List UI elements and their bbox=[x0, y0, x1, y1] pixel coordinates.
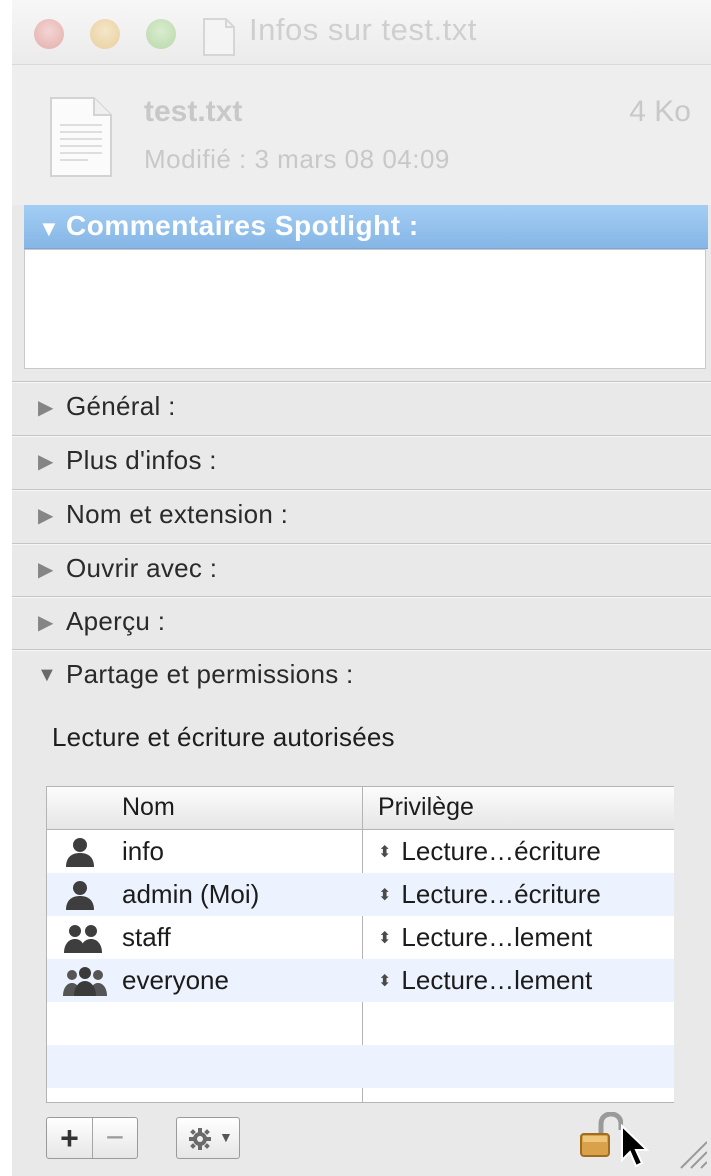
gear-icon bbox=[187, 1127, 213, 1156]
section-general[interactable]: ▶ Général : bbox=[12, 381, 711, 435]
section-preview[interactable]: ▶ Aperçu : bbox=[12, 596, 711, 650]
resize-grip-icon[interactable] bbox=[677, 1130, 708, 1175]
section-sharing-permissions[interactable]: ▼ Partage et permissions : bbox=[12, 649, 711, 703]
title-bar[interactable]: Infos sur test.txt bbox=[12, 0, 711, 65]
empty-row bbox=[47, 1045, 674, 1088]
section-name-extension[interactable]: ▶ Nom et extension : bbox=[12, 489, 711, 543]
section-open-with-label: Ouvrir avec : bbox=[66, 553, 218, 583]
column-header-name[interactable]: Nom bbox=[122, 793, 175, 822]
up-down-arrows-icon: ⬍ bbox=[378, 844, 392, 861]
section-more-info-label: Plus d'infos : bbox=[66, 445, 217, 475]
privilege-value: Lecture…écriture bbox=[401, 836, 601, 866]
table-row[interactable]: staff ⬍ Lecture…lement bbox=[47, 916, 674, 959]
table-row[interactable]: info ⬍ Lecture…écriture bbox=[47, 830, 674, 873]
remove-user-button[interactable]: − bbox=[93, 1118, 137, 1158]
close-button[interactable] bbox=[34, 19, 64, 49]
section-general-label: Général : bbox=[66, 391, 176, 421]
privilege-popup[interactable]: ⬍ Lecture…écriture bbox=[378, 836, 601, 867]
padlock-unlocked-icon[interactable] bbox=[579, 1111, 624, 1165]
privilege-popup[interactable]: ⬍ Lecture…lement bbox=[378, 965, 592, 996]
user-icon bbox=[63, 836, 97, 873]
disclosure-triangle-open-icon[interactable]: ▼ bbox=[37, 664, 57, 687]
column-header-privilege[interactable]: Privilège bbox=[378, 793, 474, 822]
everyone-icon bbox=[63, 965, 107, 1002]
section-open-with[interactable]: ▶ Ouvrir avec : bbox=[12, 543, 711, 597]
table-row[interactable]: everyone ⬍ Lecture…lement bbox=[47, 959, 674, 1002]
row-name: everyone bbox=[122, 965, 229, 995]
spotlight-comments-label: Commentaires Spotlight : bbox=[66, 210, 419, 241]
up-down-arrows-icon: ⬍ bbox=[378, 930, 392, 947]
spotlight-comments-header[interactable]: ▼ Commentaires Spotlight : bbox=[24, 205, 708, 249]
spotlight-comments-field[interactable] bbox=[24, 249, 706, 369]
zoom-button[interactable] bbox=[146, 19, 176, 49]
add-user-button[interactable]: + bbox=[47, 1118, 93, 1158]
disclosure-triangle-closed-icon[interactable]: ▶ bbox=[38, 449, 53, 474]
privilege-popup[interactable]: ⬍ Lecture…écriture bbox=[378, 879, 601, 910]
row-name: staff bbox=[122, 922, 171, 952]
table-row[interactable]: admin (Moi) ⬍ Lecture…écriture bbox=[47, 873, 674, 916]
file-name: test.txt bbox=[144, 95, 243, 128]
minimize-button[interactable] bbox=[90, 19, 120, 49]
info-window: Infos sur test.txt test.txt 4 Ko Modifié… bbox=[12, 0, 711, 1176]
section-name-extension-label: Nom et extension : bbox=[66, 499, 289, 529]
section-more-info[interactable]: ▶ Plus d'infos : bbox=[12, 435, 711, 489]
file-summary: test.txt 4 Ko Modifié : 3 mars 08 04:09 bbox=[12, 65, 711, 205]
text-document-icon bbox=[48, 95, 114, 184]
action-menu-button[interactable]: ▼ bbox=[176, 1117, 240, 1159]
disclosure-triangle-closed-icon[interactable]: ▶ bbox=[38, 395, 53, 420]
chevron-down-icon: ▼ bbox=[219, 1129, 233, 1145]
row-name: info bbox=[122, 836, 164, 866]
section-sharing-label: Partage et permissions : bbox=[66, 659, 354, 689]
add-remove-control: + − bbox=[46, 1117, 138, 1159]
disclosure-triangle-closed-icon[interactable]: ▶ bbox=[38, 503, 53, 528]
table-header: Nom Privilège bbox=[47, 787, 674, 830]
disclosure-triangle-open-icon[interactable]: ▼ bbox=[38, 216, 60, 242]
privilege-popup[interactable]: ⬍ Lecture…lement bbox=[378, 922, 592, 953]
disclosure-triangle-closed-icon[interactable]: ▶ bbox=[38, 610, 53, 635]
permission-status: Lecture et écriture autorisées bbox=[52, 722, 395, 752]
up-down-arrows-icon: ⬍ bbox=[378, 887, 392, 904]
empty-row bbox=[47, 1002, 674, 1045]
privilege-value: Lecture…lement bbox=[401, 965, 593, 995]
file-modified-date: Modifié : 3 mars 08 04:09 bbox=[144, 144, 450, 174]
privilege-value: Lecture…lement bbox=[401, 922, 593, 952]
privilege-value: Lecture…écriture bbox=[401, 879, 601, 909]
mouse-pointer-icon bbox=[620, 1123, 650, 1175]
up-down-arrows-icon: ⬍ bbox=[378, 973, 392, 990]
disclosure-triangle-closed-icon[interactable]: ▶ bbox=[38, 557, 53, 582]
group-icon bbox=[63, 922, 103, 959]
window-title: Infos sur test.txt bbox=[249, 12, 477, 47]
user-icon bbox=[63, 879, 97, 916]
document-proxy-icon[interactable] bbox=[202, 17, 236, 62]
file-size: 4 Ko bbox=[629, 95, 691, 128]
section-preview-label: Aperçu : bbox=[66, 606, 166, 636]
permissions-table[interactable]: Nom Privilège info ⬍ Lecture…écriture adm… bbox=[46, 786, 674, 1103]
row-name: admin (Moi) bbox=[122, 879, 260, 909]
